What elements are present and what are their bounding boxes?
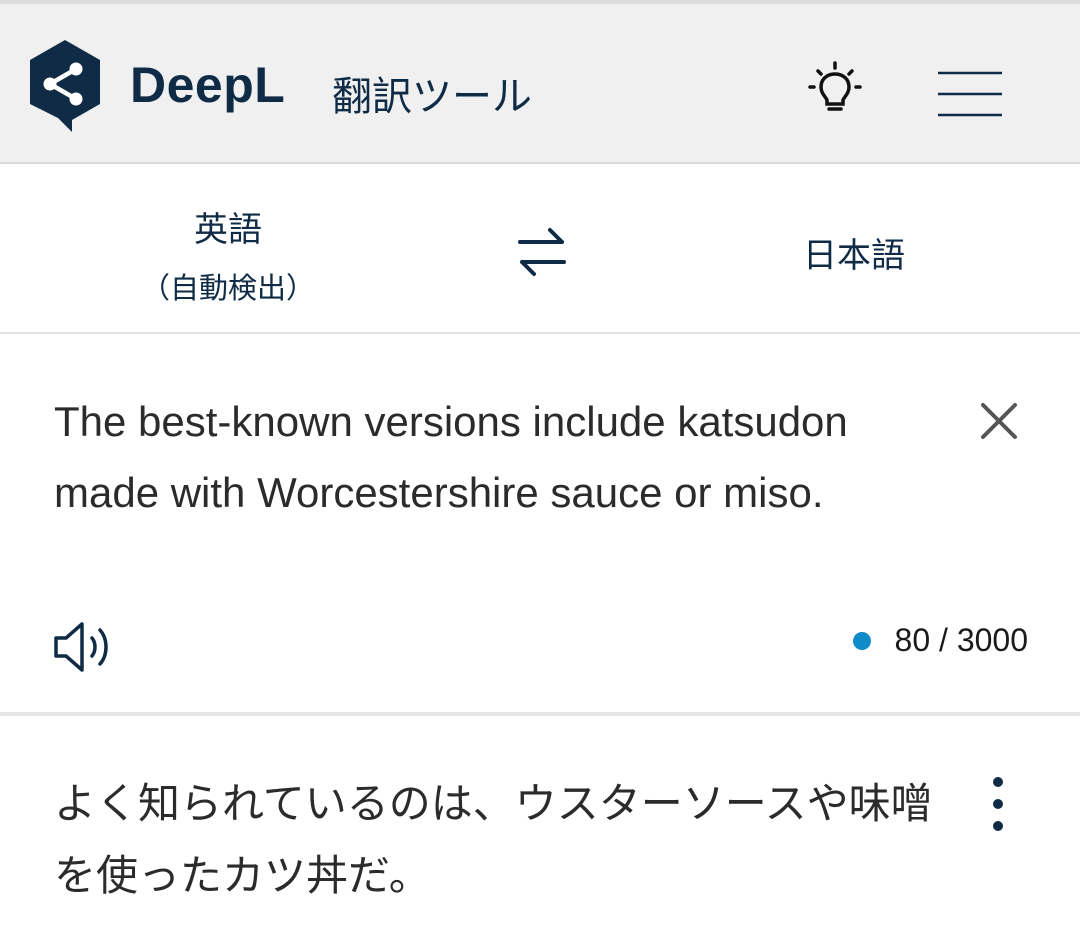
- brand-name: DeepL: [130, 57, 286, 113]
- character-count: 80 / 3000: [894, 622, 1028, 658]
- status-dot: [852, 631, 871, 650]
- auto-detect-label: （自動検出）: [140, 271, 315, 305]
- speaker-icon[interactable]: [52, 618, 118, 676]
- app-header: DeepL 翻訳ツール: [0, 4, 1080, 164]
- target-language-selector[interactable]: 日本語: [760, 228, 948, 277]
- character-counter: 80 / 3000: [852, 622, 1028, 659]
- tool-title: 翻訳ツール: [332, 74, 532, 120]
- lightbulb-icon[interactable]: [806, 60, 864, 118]
- hamburger-menu-icon[interactable]: [936, 70, 1004, 118]
- source-text-input[interactable]: The best-known versions include katsudon…: [54, 386, 954, 528]
- translation-output[interactable]: よく知られているのは、ウスターソースや味噌を使ったカツ丼だ。: [54, 768, 954, 912]
- translation-panel: よく知られているのは、ウスターソースや味噌を使ったカツ丼だ。: [0, 716, 1080, 948]
- language-bar: 英語 （自動検出） 日本語: [0, 164, 1080, 334]
- deepl-logo-icon[interactable]: [28, 38, 102, 132]
- source-language-label: 英語: [194, 210, 262, 250]
- close-icon[interactable]: [980, 402, 1018, 440]
- source-language-selector[interactable]: 英語 （自動検出）: [130, 202, 326, 307]
- source-panel: The best-known versions include katsudon…: [0, 334, 1080, 716]
- more-vertical-icon[interactable]: [986, 774, 1010, 834]
- swap-languages-icon[interactable]: [512, 222, 572, 282]
